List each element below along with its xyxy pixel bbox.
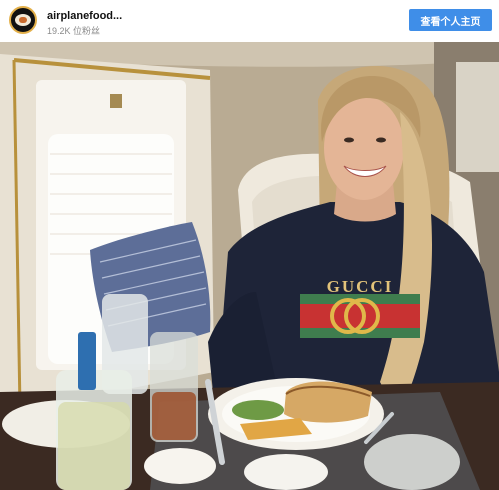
- post-header: airplanefood... 19.2K 位粉丝 查看个人主页: [0, 0, 499, 42]
- shirt-logo-text: GUCCI: [327, 277, 394, 296]
- post-photo: GUCCI: [0, 42, 499, 490]
- visit-profile-button[interactable]: 查看个人主页: [409, 9, 492, 31]
- avatar[interactable]: [9, 6, 37, 34]
- follower-count: 19.2K 位粉丝: [47, 26, 101, 36]
- username[interactable]: airplanefood...: [47, 10, 122, 22]
- avatar-food: [19, 17, 27, 23]
